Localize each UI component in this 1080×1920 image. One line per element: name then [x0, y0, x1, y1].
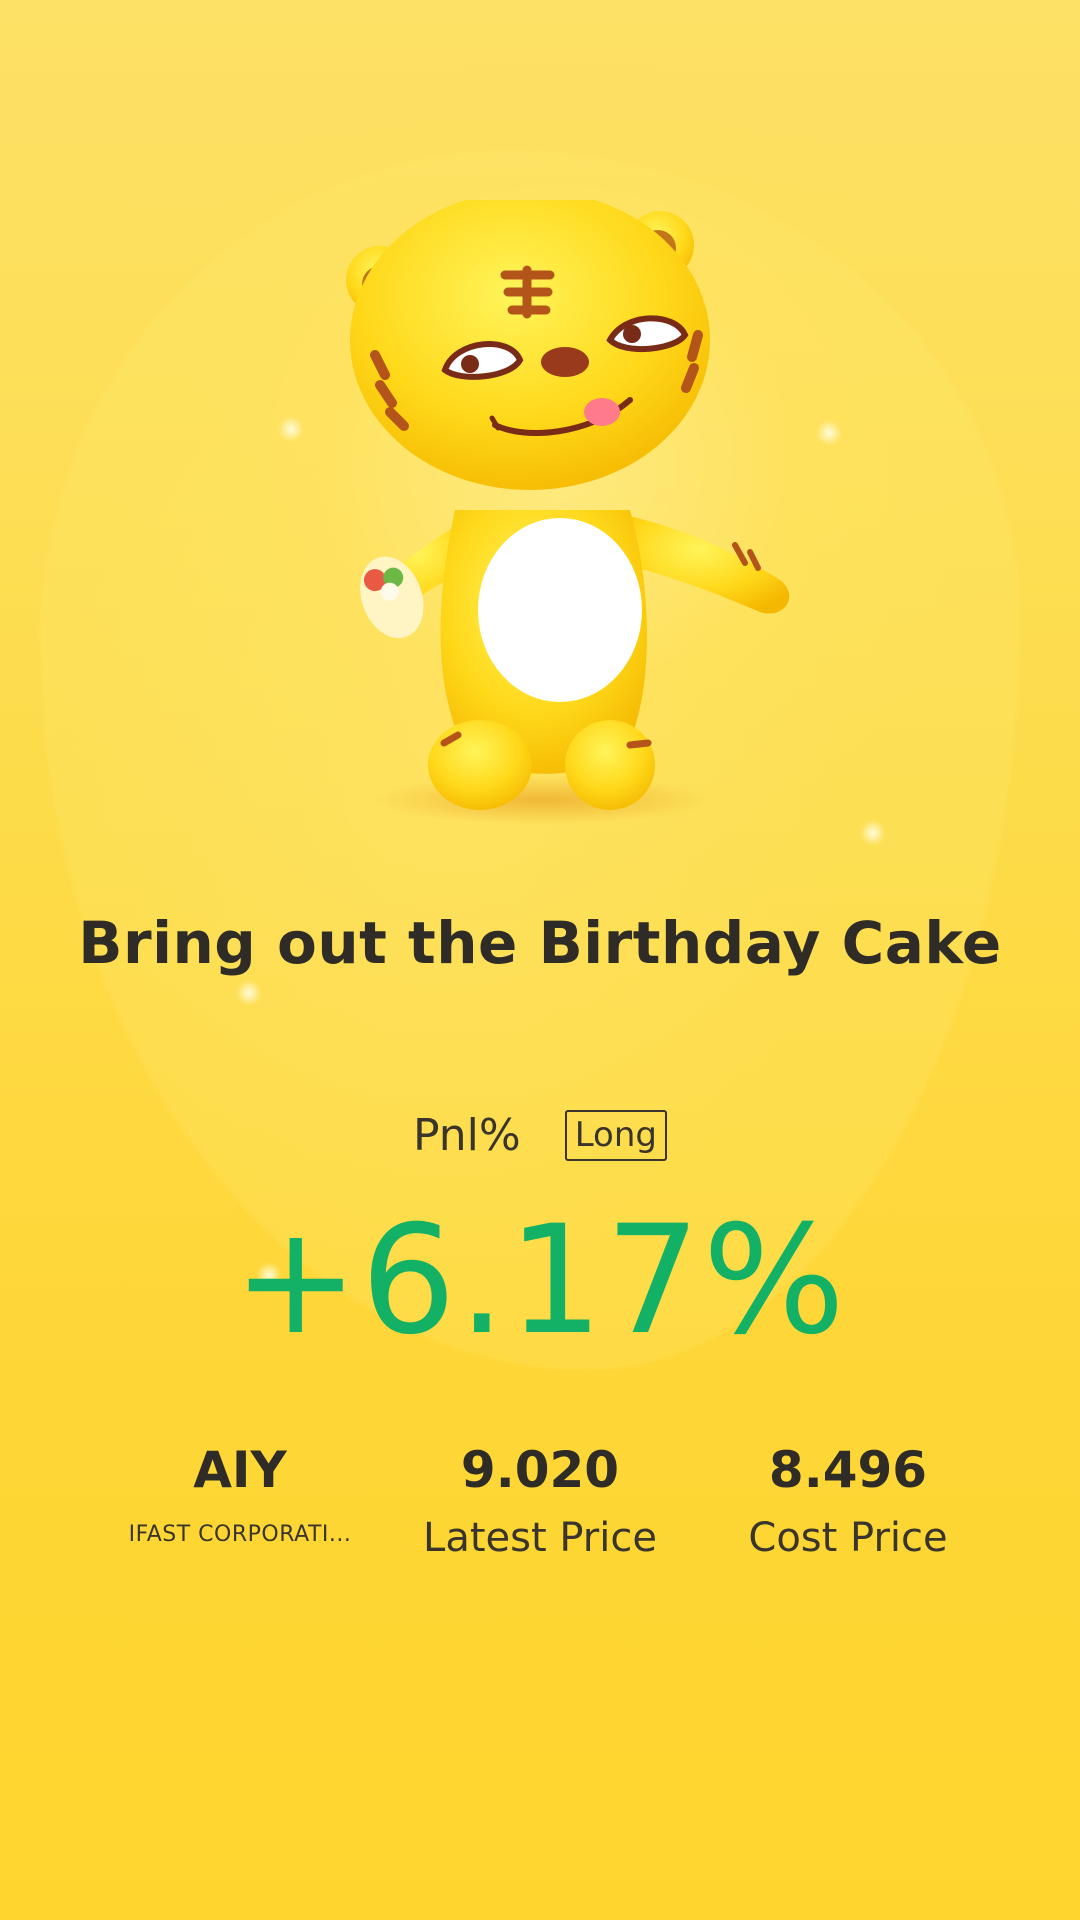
- headline: Bring out the Birthday Cake: [78, 909, 1002, 977]
- position-direction-badge: Long: [564, 1110, 667, 1161]
- share-card: Bring out the Birthday Cake Pnl% Long +6…: [0, 0, 1080, 1920]
- stats-row: AIY IFAST CORPORATI... 9.020 Latest Pric…: [0, 1440, 1080, 1590]
- stock-info: AIY IFAST CORPORATI...: [90, 1440, 390, 1548]
- sparkle-decoration: [236, 980, 262, 1006]
- cost-price-label: Cost Price: [748, 1515, 948, 1561]
- company-name: IFAST CORPORATI...: [128, 1522, 352, 1547]
- latest-price-value: 9.020: [460, 1441, 620, 1499]
- pnl-percentage: +6.17%: [232, 1194, 848, 1368]
- cost-price-info: 8.496 Cost Price: [698, 1440, 998, 1562]
- stock-symbol: AIY: [193, 1441, 287, 1499]
- cost-price-value: 8.496: [768, 1441, 928, 1499]
- sparkle-decoration: [860, 820, 886, 846]
- latest-price-info: 9.020 Latest Price: [390, 1440, 690, 1562]
- latest-price-label: Latest Price: [423, 1515, 657, 1561]
- pnl-label: Pnl%: [413, 1110, 521, 1161]
- pnl-header: Pnl% Long: [0, 1110, 1080, 1161]
- tiger-mascot-icon: [280, 200, 840, 840]
